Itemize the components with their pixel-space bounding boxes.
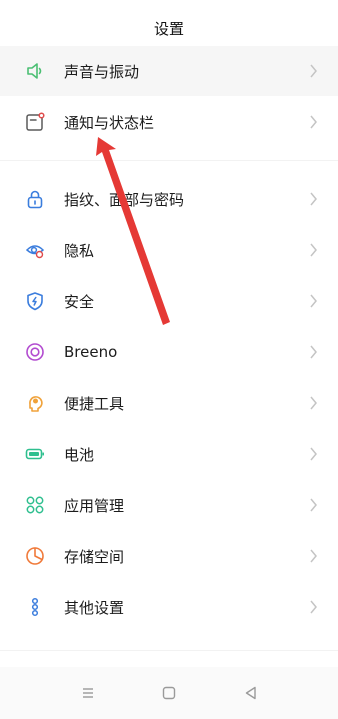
group-divider (0, 160, 338, 161)
settings-item-label: 应用管理 (64, 496, 125, 515)
settings-item-label: 电池 (64, 445, 95, 464)
settings-item-notifications[interactable]: 通知与状态栏 (0, 97, 338, 147)
chevron-right-icon (310, 498, 317, 512)
storage-pie-icon (26, 547, 44, 565)
settings-item-breeno[interactable]: Breeno (0, 327, 338, 377)
chevron-right-icon (310, 294, 317, 308)
settings-item-label: 隐私 (64, 241, 95, 260)
chevron-right-icon (310, 115, 317, 129)
chevron-right-icon (310, 64, 317, 78)
settings-item-label: 通知与状态栏 (64, 113, 155, 132)
settings-item-fingerprint-face-password[interactable]: 指纹、面部与密码 (0, 174, 338, 224)
settings-item-label: Breeno (64, 343, 118, 361)
settings-item-label: 存储空间 (64, 547, 125, 566)
tools-icon (29, 396, 43, 412)
settings-item-label: 指纹、面部与密码 (64, 190, 185, 209)
speaker-icon (27, 63, 42, 79)
shield-icon (27, 292, 43, 311)
chevron-right-icon (310, 243, 317, 257)
menu-icon[interactable] (78, 683, 98, 703)
group-divider (0, 650, 338, 651)
chevron-right-icon (310, 396, 317, 410)
settings-item-label: 声音与振动 (64, 62, 140, 81)
apps-grid-icon (26, 496, 44, 514)
page-title: 设置 (153, 19, 184, 38)
home-icon[interactable] (159, 683, 179, 703)
privacy-eye-icon (25, 245, 45, 259)
lock-icon (27, 190, 43, 209)
more-settings-icon (31, 597, 39, 617)
chevron-right-icon (310, 192, 317, 206)
settings-item-storage[interactable]: 存储空间 (0, 531, 338, 581)
back-icon[interactable] (241, 683, 261, 703)
settings-item-privacy[interactable]: 隐私 (0, 225, 338, 275)
battery-icon (25, 448, 44, 460)
settings-item-security[interactable]: 安全 (0, 276, 338, 326)
settings-item-other-settings[interactable]: 其他设置 (0, 582, 338, 632)
chevron-right-icon (310, 549, 317, 563)
chevron-right-icon (310, 600, 317, 614)
settings-item-label: 安全 (64, 292, 95, 311)
settings-item-label: 其他设置 (64, 598, 125, 617)
system-navigation-bar (0, 667, 338, 719)
notification-icon (26, 112, 45, 131)
settings-item-sound[interactable]: 声音与振动 (0, 46, 338, 96)
settings-item-convenience-tools[interactable]: 便捷工具 (0, 378, 338, 428)
settings-item-app-management[interactable]: 应用管理 (0, 480, 338, 530)
chevron-right-icon (310, 447, 317, 461)
breeno-icon (26, 343, 44, 361)
chevron-right-icon (310, 345, 317, 359)
settings-item-battery[interactable]: 电池 (0, 429, 338, 479)
settings-item-label: 便捷工具 (64, 394, 125, 413)
